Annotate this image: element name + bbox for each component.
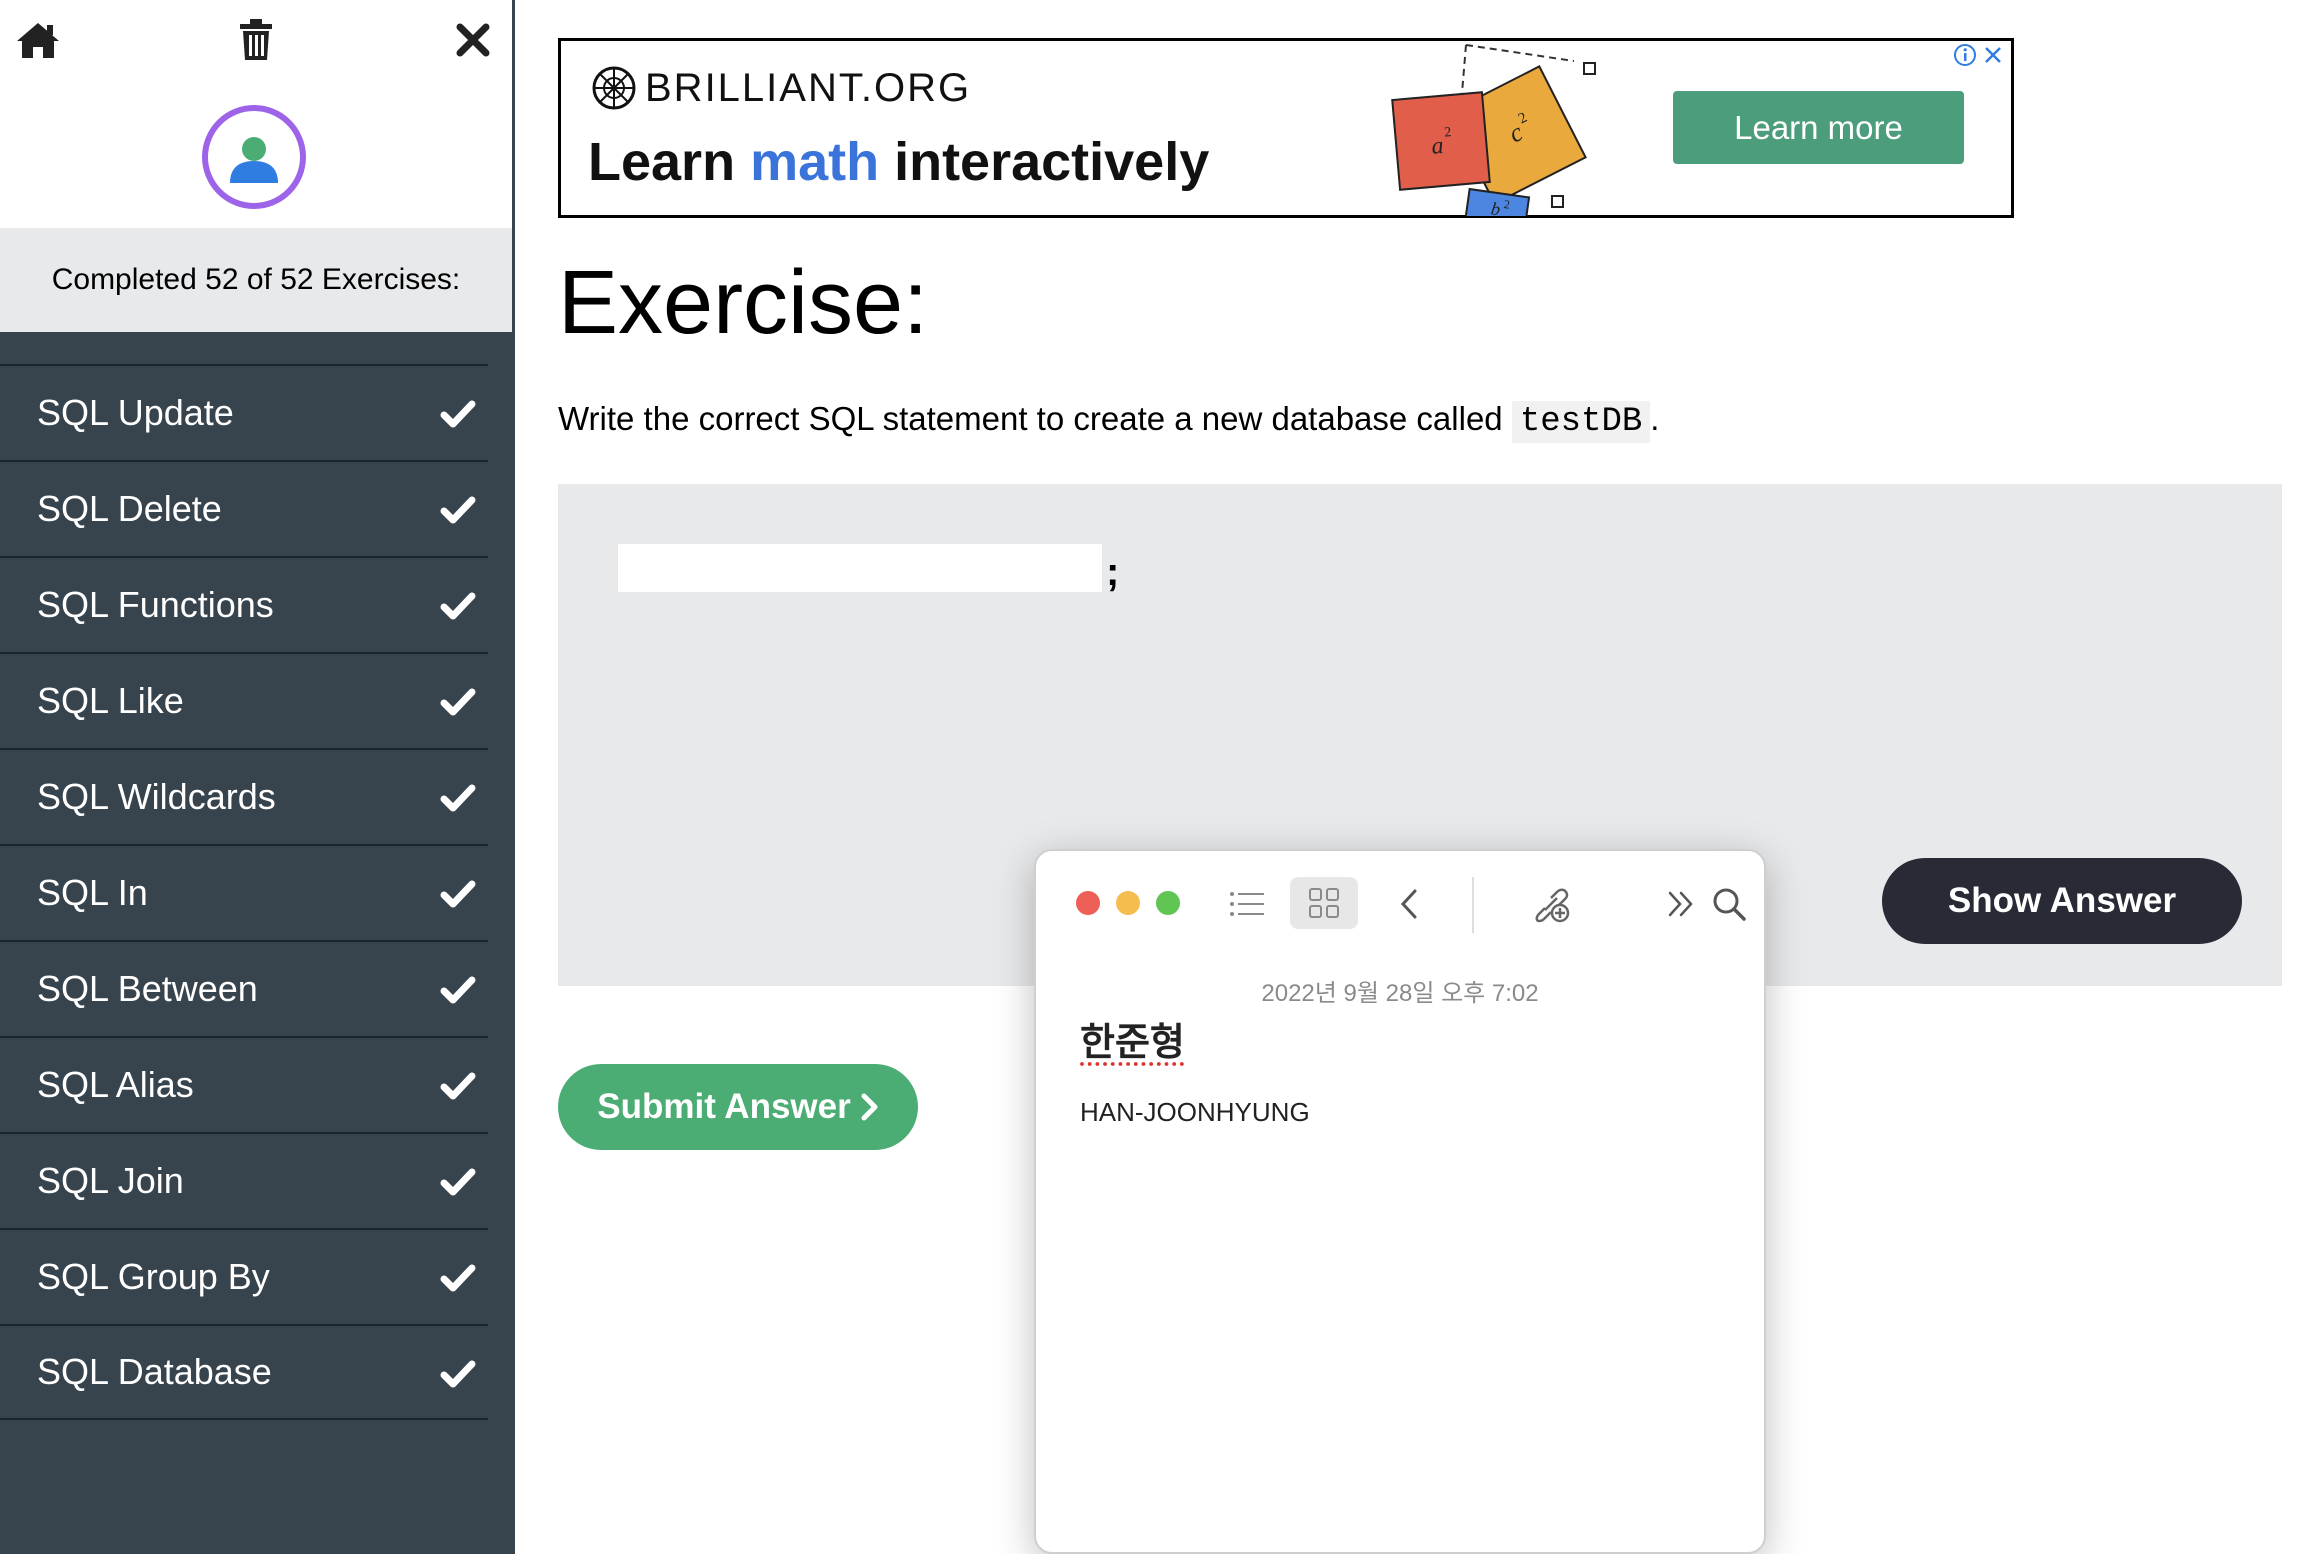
progress-text: Completed 52 of 52 Exercises: [0, 228, 512, 332]
sidebar: Completed 52 of 52 Exercises: SQL Update… [0, 0, 515, 1554]
answer-input[interactable] [618, 544, 1102, 592]
window-minimize-button[interactable] [1116, 891, 1140, 915]
exercise-instruction: Write the correct SQL statement to creat… [558, 400, 1660, 443]
exercise-instruction-end: . [1650, 400, 1660, 437]
sidebar-item-sql-in[interactable]: SQL In [0, 844, 488, 940]
checkmark-icon [440, 1264, 476, 1292]
note-body[interactable]: HAN-JOONHYUNG [1080, 1097, 1310, 1128]
sidebar-item-sql-database[interactable]: SQL Database [0, 1324, 488, 1420]
gallery-view-icon[interactable] [1290, 877, 1358, 929]
checkmark-icon [440, 784, 476, 812]
exercise-db-name: testDB [1511, 401, 1651, 443]
exercise-title: Exercise: [558, 253, 929, 353]
ad-art-a-exp: 2 [1444, 125, 1452, 141]
sidebar-item-label: SQL Alias [37, 1064, 194, 1105]
checkmark-icon [440, 1072, 476, 1100]
sidebar-item-sql-like[interactable]: SQL Like [0, 652, 488, 748]
ad-headline-pre: Learn [588, 132, 751, 192]
sidebar-item-sql-join[interactable]: SQL Join [0, 1132, 488, 1228]
ad-headline: Learn math interactively [588, 131, 1209, 193]
more-chevrons-icon[interactable] [1656, 879, 1706, 929]
sidebar-item-label: SQL Join [37, 1160, 184, 1201]
submit-answer-label: Submit Answer [597, 1087, 851, 1126]
sidebar-item-sql-wildcards[interactable]: SQL Wildcards [0, 748, 488, 844]
checkmark-icon [440, 976, 476, 1004]
sidebar-item-sql-alias[interactable]: SQL Alias [0, 1036, 488, 1132]
sidebar-item-label: SQL In [37, 872, 148, 913]
sidebar-item-sql-functions[interactable]: SQL Functions [0, 556, 488, 652]
ad-headline-post: interactively [879, 132, 1210, 192]
submit-answer-button[interactable]: Submit Answer [558, 1064, 918, 1150]
sidebar-item-label: SQL Between [37, 968, 258, 1009]
checkmark-icon [440, 592, 476, 620]
note-date: 2022년 9월 28일 오후 7:02 [1261, 980, 1539, 1007]
sidebar-item-sql-group-by[interactable]: SQL Group By [0, 1228, 488, 1324]
note-title[interactable]: 한준형 [1080, 1011, 1185, 1066]
sidebar-item-label: SQL Database [37, 1351, 272, 1392]
exercise-instruction-text: Write the correct SQL statement to creat… [558, 400, 1512, 437]
checkmark-icon [440, 1168, 476, 1196]
sidebar-item-label: SQL Functions [37, 584, 274, 625]
info-icon[interactable] [1953, 43, 1977, 67]
ad-headline-accent: math [750, 132, 880, 192]
ad-choices[interactable] [1953, 43, 2005, 67]
close-icon[interactable] [447, 14, 499, 66]
checkmark-icon [440, 688, 476, 716]
window-close-button[interactable] [1076, 891, 1100, 915]
checkmark-icon [440, 880, 476, 908]
notes-window[interactable]: 2022년 9월 28일 오후 7:02 한준형 HAN-JOONHYUNG [1034, 849, 1766, 1554]
sidebar-item-label: SQL Wildcards [37, 776, 276, 817]
sidebar-item-label: SQL Like [37, 680, 184, 721]
ad-banner[interactable]: BRILLIANT.ORG Learn math interactively c… [558, 38, 2014, 218]
ad-pythagoras-illustration: c 2 a 2 b 2 [1346, 41, 1606, 216]
chevron-right-icon [861, 1093, 878, 1121]
ad-brand: BRILLIANT.ORG [645, 65, 972, 110]
ad-art-a-label: a [1430, 133, 1444, 160]
sidebar-item-sql-delete[interactable]: SQL Delete [0, 460, 488, 556]
ad-logo: BRILLIANT.ORG [591, 65, 971, 111]
window-zoom-button[interactable] [1156, 891, 1180, 915]
ad-learn-more-button[interactable]: Learn more [1673, 91, 1964, 164]
list-view-icon[interactable] [1222, 879, 1272, 929]
checkmark-icon [440, 1360, 476, 1388]
brilliant-logo-icon [592, 66, 636, 110]
checkmark-icon [440, 400, 476, 428]
sidebar-item-label: SQL Update [37, 392, 234, 433]
sidebar-item-label: SQL Group By [37, 1256, 270, 1297]
sidebar-header [0, 0, 512, 228]
search-icon[interactable] [1704, 879, 1754, 929]
sidebar-item-label: SQL Delete [37, 488, 222, 529]
sidebar-item-sql-update[interactable]: SQL Update [0, 364, 488, 460]
sql-semicolon: ; [1106, 550, 1120, 594]
back-chevron-icon[interactable] [1384, 879, 1434, 929]
trash-icon[interactable] [230, 14, 282, 66]
show-answer-button[interactable]: Show Answer [1882, 858, 2242, 944]
exercise-menu: SQL Update SQL Delete SQL Functions SQL Lik… [0, 364, 488, 1420]
user-icon [230, 137, 278, 183]
sidebar-item-sql-between[interactable]: SQL Between [0, 940, 488, 1036]
toolbar-divider [1472, 877, 1474, 933]
avatar[interactable] [202, 105, 306, 209]
ad-close-icon[interactable] [1981, 43, 2005, 67]
home-icon[interactable] [12, 14, 64, 66]
checkmark-icon [440, 496, 476, 524]
collaborate-icon[interactable] [1526, 879, 1576, 929]
notes-toolbar [1036, 851, 1764, 951]
